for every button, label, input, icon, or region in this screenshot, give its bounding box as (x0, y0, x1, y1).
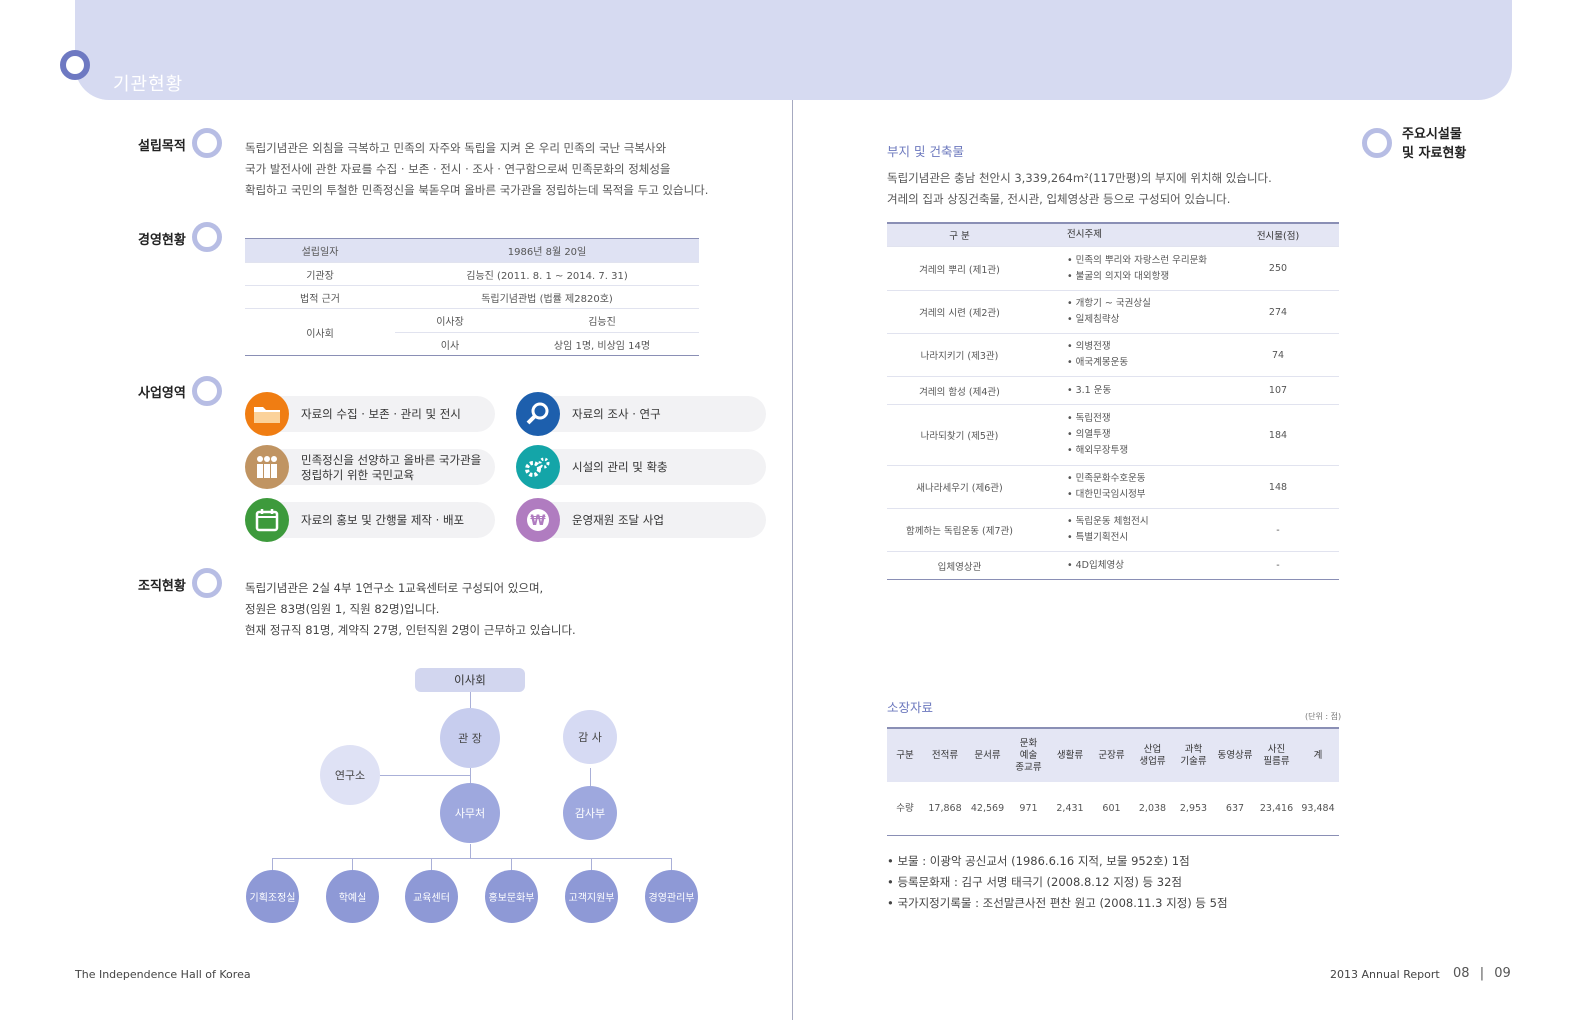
table-cell: 601 (1102, 802, 1121, 814)
table-row: 수량 17,868 42,569 971 2,431 601 2,038 2,953 637 23… (887, 782, 1339, 835)
table-cell: 42,569 (970, 802, 1005, 814)
org-board: 이사회 (415, 668, 525, 692)
holdings-table: 구분 전적류 문서류 문화 예술 종교류 생활류 군장류 산업 생업류 과학 기술류 동영상류 사진 필름류… (887, 727, 1339, 836)
org-line (380, 775, 470, 776)
table-cell: 2,953 (1179, 802, 1208, 814)
table-cell: 93,484 (1301, 802, 1335, 814)
business-item: 자료의 홍보 및 간행물 제작 · 배포 (245, 498, 495, 542)
org-dept: 기획조정실 (246, 870, 299, 923)
footer-org-name: The Independence Hall of Korea (75, 968, 251, 981)
table-header-cell: 산업 생업류 (1139, 743, 1166, 767)
table-header-cell: 구분 (896, 749, 914, 761)
organization-text: 독립기념관은 2실 4부 1연구소 1교육센터로 구성되어 있으며, 정원은 8… (245, 581, 576, 637)
table-header-cell: 군장류 (1098, 749, 1125, 761)
table-header-cell: 과학 기술류 (1180, 743, 1207, 767)
gears-icon (516, 445, 560, 489)
business-item: ₩ 운영재원 조달 사업 (516, 498, 766, 542)
section-ring-icon (192, 128, 222, 158)
org-line (470, 844, 471, 858)
section-label-purpose: 설립목적 (138, 139, 186, 154)
table-cell: 2,431 (1056, 802, 1084, 814)
business-item: 자료의 조사 · 연구 (516, 392, 766, 436)
org-secretariat: 사무처 (440, 783, 500, 843)
business-item: 시설의 관리 및 확충 (516, 445, 766, 489)
table-row: 입체영상관 • 4D입체영상 - (887, 551, 1339, 579)
note-line: • 국가지정기록물 : 조선말큰사전 편찬 원고 (2008.11.3 지정) … (887, 896, 1228, 910)
section-label-organization: 조직현황 (138, 579, 186, 594)
table-header-cell: 문서류 (974, 749, 1001, 761)
org-director: 관 장 (440, 708, 500, 768)
header-band (75, 0, 1512, 100)
table-cell: 2,038 (1138, 802, 1167, 814)
section-ring-icon (192, 222, 222, 252)
section-ring-icon (1362, 128, 1392, 158)
table-row: 겨레의 함성 (제4관) • 3.1 운동 107 (887, 376, 1339, 404)
note-line: • 보물 : 이광악 공신교서 (1986.6.16 지적, 보물 952호) … (887, 854, 1190, 868)
table-header-cell: 사진 필름류 (1263, 743, 1290, 767)
holdings-title: 소장자료 (887, 700, 934, 715)
table-cell: 637 (1225, 802, 1245, 814)
magnifier-icon (516, 392, 560, 436)
facility-table: 구 분 전시주제 전시물(점) 겨레의 뿌리 (제1관) • 민족의 뿌리와 자… (887, 222, 1339, 580)
table-row: 나라되찾기 (제5관) • 독립전쟁 • 의열투쟁 • 해외무장투쟁 184 (887, 404, 1339, 465)
section-label-business: 사업영역 (138, 386, 186, 401)
table-header: 구분 전적류 문서류 문화 예술 종교류 생활류 군장류 산업 생업류 과학 기술류 동영상류 사진 필름류… (887, 729, 1339, 782)
table-cell: 23,416 (1259, 802, 1294, 814)
section-label-management: 경영현황 (138, 233, 186, 248)
section-ring-icon (192, 376, 222, 406)
page-divider (792, 100, 793, 1020)
table-row: 이사회 이사장 김능진 이사 상임 1명, 비상임 14명 (245, 308, 699, 355)
business-item: 민족정신을 선양하고 올바른 국가관을 정립하기 위한 국민교육 (245, 445, 495, 489)
table-cell: 17,868 (928, 802, 962, 814)
page-numbers: 08 | 09 (1453, 966, 1511, 981)
org-dept: 경영관리부 (645, 870, 698, 923)
footer-report-name: 2013 Annual Report (1330, 968, 1440, 981)
purpose-text: 독립기념관은 외침을 극복하고 민족의 자주와 독립을 지켜 온 우리 민족의 … (245, 141, 709, 197)
management-table: 설립일자 1986년 8월 20일 기관장 김능진 (2011. 8. 1 ~ … (245, 238, 699, 356)
business-item: 자료의 수집 · 보존 · 관리 및 전시 (245, 392, 495, 436)
org-institute: 연구소 (320, 745, 380, 805)
org-dept: 고객지원부 (565, 870, 618, 923)
svg-text:₩: ₩ (530, 513, 546, 529)
table-header: 구 분 전시주제 전시물(점) (887, 224, 1339, 246)
table-row: 함께하는 독립운동 (제7관) • 독립운동 체험전시 • 특별기획전시 - (887, 508, 1339, 551)
table-cell: 971 (1019, 802, 1038, 814)
table-row: 설립일자 1986년 8월 20일 (245, 239, 699, 262)
section-label-facilities: 주요시설물 및 자료현황 (1402, 127, 1467, 161)
holdings-unit: (단위 : 점) (1305, 712, 1342, 721)
table-header-cell: 계 (1313, 749, 1323, 761)
org-dept: 홍보문화부 (485, 870, 538, 923)
site-title: 부지 및 건축물 (887, 144, 964, 159)
table-row: 새나라세우기 (제6관) • 민족문화수호운동 • 대한민국임시정부 148 (887, 465, 1339, 508)
table-cell: 수량 (896, 802, 914, 814)
table-row: 나라지키기 (제3관) • 의병전쟁 • 애국계몽운동 74 (887, 333, 1339, 376)
table-row: 법적 근거 독립기념관법 (법률 제2820호) (245, 285, 699, 308)
table-row: 겨레의 뿌리 (제1관) • 민족의 뿌리와 자랑스런 우리문화 • 불굴의 의지… (887, 246, 1339, 290)
calendar-icon (245, 498, 289, 542)
people-icon (245, 445, 289, 489)
header-ring-icon (60, 50, 90, 80)
won-icon: ₩ (516, 498, 560, 542)
org-audit-dept: 감사부 (563, 786, 617, 840)
folder-icon (245, 392, 289, 436)
org-dept: 교육센터 (405, 870, 458, 923)
table-row: 기관장 김능진 (2011. 8. 1 ~ 2014. 7. 31) (245, 262, 699, 285)
note-line: • 등록문화재 : 김구 서명 태극기 (2008.8.12 지정) 등 32점 (887, 875, 1182, 889)
table-header-cell: 생활류 (1056, 749, 1084, 761)
table-header-cell: 전적류 (931, 749, 959, 761)
page-title: 기관현황 (113, 74, 184, 95)
org-auditor: 감 사 (563, 710, 617, 764)
table-header-cell: 동영상류 (1217, 749, 1253, 761)
org-line (272, 858, 672, 859)
table-header-cell: 문화 예술 종교류 (1015, 737, 1042, 773)
table-row: 겨레의 시련 (제2관) • 개항기 ~ 국권상실 • 일제침략상 274 (887, 290, 1339, 333)
section-ring-icon (192, 568, 222, 598)
org-dept: 학예실 (326, 870, 379, 923)
site-text: 독립기념관은 충남 천안시 3,339,264m²(117만평)의 부지에 위치… (887, 171, 1272, 206)
